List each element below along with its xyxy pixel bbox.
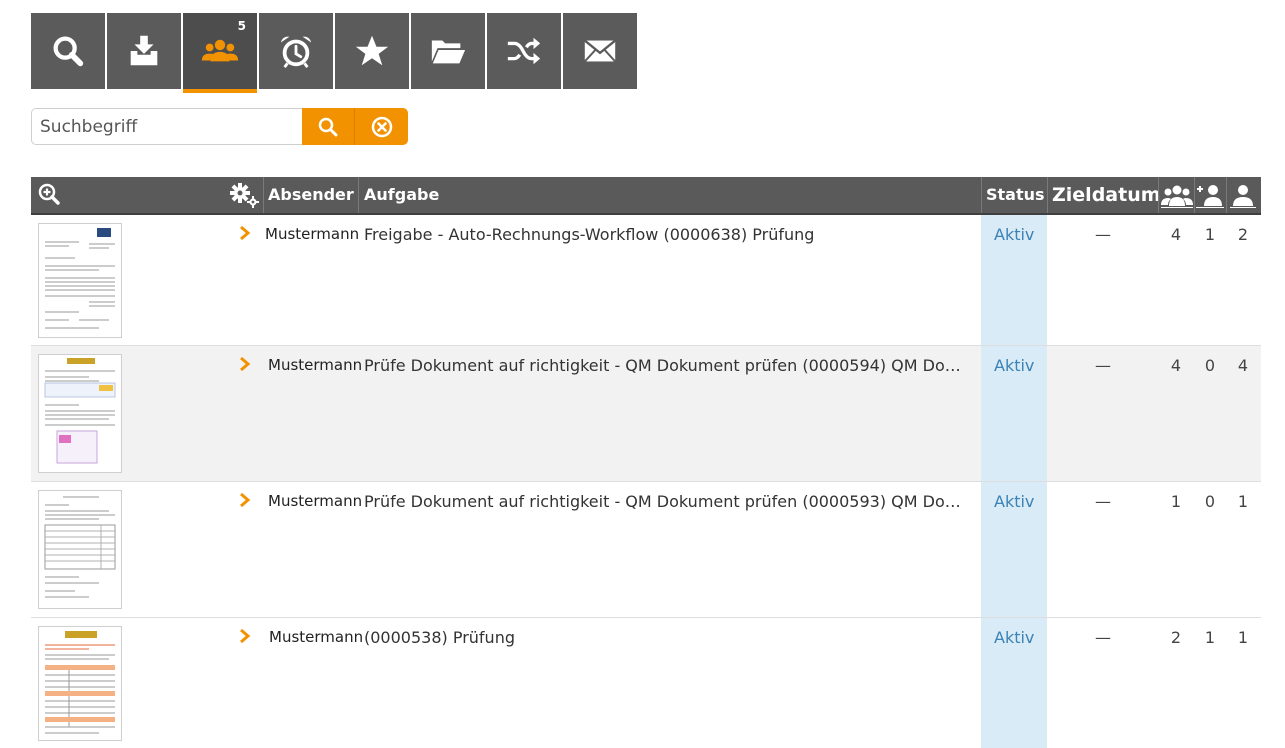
search-submit-button[interactable] — [302, 108, 354, 145]
toolbar-favorites-button[interactable] — [335, 13, 409, 89]
chevron-right-icon[interactable] — [238, 225, 252, 241]
search-input[interactable] — [31, 108, 302, 145]
row-count-user: 1 — [1237, 492, 1249, 511]
row-task[interactable]: Prüfe Dokument auf richtigkeit - QM Doku… — [364, 492, 964, 511]
zoom-in-icon[interactable] — [37, 182, 61, 206]
chevron-right-icon[interactable] — [238, 492, 252, 508]
row-status: Aktiv — [994, 356, 1035, 375]
chevron-right-icon[interactable] — [238, 628, 252, 644]
row-count-group: 4 — [1170, 225, 1182, 244]
document-thumbnail[interactable] — [38, 490, 122, 609]
row-count-added: 1 — [1204, 628, 1216, 647]
row-count-group: 4 — [1170, 356, 1182, 375]
table-row[interactable]: Mustermann Prüfe Dokument auf richtigkei… — [31, 346, 1261, 482]
user-icon[interactable] — [1230, 182, 1256, 208]
group-users-icon[interactable] — [1161, 182, 1193, 208]
search-clear-button[interactable] — [354, 108, 408, 145]
toolbar-folder-button[interactable] — [411, 13, 485, 89]
settings-gears-icon[interactable] — [229, 182, 259, 208]
header-status[interactable]: Status — [986, 177, 1045, 213]
row-sender: Mustermann — [268, 356, 363, 374]
header-due-date[interactable]: Zieldatum — [1052, 177, 1161, 213]
shuffle-icon — [507, 37, 541, 65]
task-table: Absender Aufgabe Status Zieldatum Muster… — [31, 177, 1261, 748]
clear-circle-icon — [371, 116, 392, 137]
row-task[interactable]: Freigabe - Auto-Rechnungs-Workflow (0000… — [364, 225, 964, 244]
row-count-user: 1 — [1237, 628, 1249, 647]
search-icon — [53, 36, 84, 67]
envelope-icon — [584, 39, 616, 63]
row-count-added: 0 — [1204, 356, 1216, 375]
row-status: Aktiv — [994, 225, 1035, 244]
header-sender[interactable]: Absender — [268, 177, 354, 213]
groups-count-badge: 5 — [237, 19, 246, 33]
row-status: Aktiv — [994, 492, 1035, 511]
row-due-date: — — [1095, 492, 1111, 511]
row-due-date: — — [1095, 628, 1111, 647]
checklist-preview-icon — [44, 496, 116, 598]
row-sender: Mustermann — [268, 492, 363, 510]
qm-document-preview-icon — [44, 358, 116, 464]
table-row[interactable]: Mustermann Freigabe - Auto-Rechnungs-Wor… — [31, 215, 1261, 346]
table-header: Absender Aufgabe Status Zieldatum — [31, 177, 1261, 215]
alarm-clock-icon — [280, 36, 312, 69]
row-count-added: 1 — [1204, 225, 1216, 244]
search-icon — [318, 117, 338, 136]
row-status: Aktiv — [994, 628, 1035, 647]
main-toolbar: 5 — [31, 13, 637, 93]
row-count-user: 4 — [1237, 356, 1249, 375]
row-count-group: 2 — [1170, 628, 1182, 647]
table-row[interactable]: Mustermann Prüfe Dokument auf richtigkei… — [31, 482, 1261, 618]
toolbar-shuffle-button[interactable] — [487, 13, 561, 89]
toolbar-inbox-button[interactable] — [107, 13, 181, 89]
row-task[interactable]: Prüfe Dokument auf richtigkeit - QM Doku… — [364, 356, 964, 375]
users-icon — [201, 39, 239, 62]
add-user-icon[interactable] — [1196, 182, 1224, 208]
document-thumbnail[interactable] — [38, 626, 122, 741]
toolbar-search-button[interactable] — [31, 13, 105, 89]
header-task[interactable]: Aufgabe — [364, 177, 439, 213]
invoice-preview-icon — [45, 228, 115, 329]
toolbar-alarm-button[interactable] — [259, 13, 333, 89]
star-icon — [355, 35, 389, 66]
toolbar-groups-button[interactable]: 5 — [183, 13, 257, 93]
inbox-download-icon — [130, 35, 158, 66]
form-preview-icon — [45, 631, 115, 734]
folder-open-icon — [431, 40, 466, 64]
row-due-date: — — [1095, 225, 1111, 244]
document-thumbnail[interactable] — [38, 354, 122, 473]
row-count-user: 2 — [1237, 225, 1249, 244]
row-task[interactable]: (0000538) Prüfung — [364, 628, 964, 647]
row-due-date: — — [1095, 356, 1111, 375]
row-sender: Mustermann — [269, 628, 364, 646]
row-count-group: 1 — [1170, 492, 1182, 511]
row-count-added: 0 — [1204, 492, 1216, 511]
search-bar — [31, 108, 408, 145]
chevron-right-icon[interactable] — [238, 356, 252, 372]
document-thumbnail[interactable] — [38, 223, 122, 338]
row-sender: Mustermann — [265, 225, 360, 243]
table-row[interactable]: Mustermann (0000538) Prüfung Aktiv — 2 1… — [31, 618, 1261, 748]
toolbar-mail-button[interactable] — [563, 13, 637, 89]
